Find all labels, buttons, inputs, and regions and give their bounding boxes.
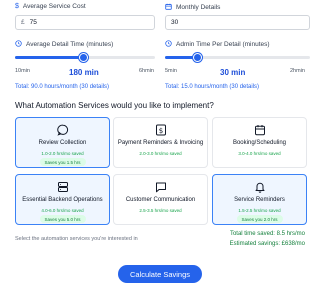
service-card-title: Payment Reminders & Invoicing bbox=[117, 140, 204, 146]
invoice-icon: $ bbox=[114, 124, 207, 136]
service-card-title: Customer Communication bbox=[125, 197, 196, 203]
admin-time-value: 30 min bbox=[220, 68, 246, 77]
service-card-hours: 2.0-3.0 hrs/mo saved bbox=[139, 151, 182, 156]
service-card-title: Essential Backend Operations bbox=[22, 197, 103, 203]
service-card-savings-badge: Saves you 1.5 hrs bbox=[39, 158, 86, 166]
service-cost-value: 75 bbox=[29, 19, 37, 26]
clock-icon bbox=[165, 40, 172, 49]
detail-time-slider-fill bbox=[15, 56, 83, 59]
service-card[interactable]: Review Collection 1.0-2.0 hrs/mo saved Sav… bbox=[15, 117, 110, 168]
detail-time-total: Total: 90.0 hours/month (30 details) bbox=[15, 84, 110, 90]
service-card-hours: 2.5-3.5 hrs/mo saved bbox=[139, 208, 182, 213]
clock-icon bbox=[15, 40, 22, 49]
service-card[interactable]: Essential Backend Operations 4.0-6.0 hrs/… bbox=[15, 174, 110, 225]
monthly-details-label-text: Monthly Details bbox=[176, 4, 221, 11]
dollar-icon: $ bbox=[15, 3, 19, 10]
detail-time-value: 180 min bbox=[69, 68, 99, 77]
service-card[interactable]: $ Payment Reminders & Invoicing 2.0-3.0 hr… bbox=[113, 117, 208, 168]
service-card-title: Booking/Scheduling bbox=[232, 140, 287, 146]
monthly-details-label: Monthly Details bbox=[165, 3, 220, 12]
admin-time-min: 5min bbox=[165, 68, 177, 74]
admin-time-total: Total: 15.0 hours/month (30 details) bbox=[165, 84, 260, 90]
chat-bubble-icon bbox=[16, 124, 109, 136]
monthly-details-value: 30 bbox=[171, 19, 179, 26]
detail-time-slider[interactable] bbox=[15, 53, 155, 62]
detail-time-label: Average Detail Time (minutes) bbox=[15, 40, 113, 49]
detail-time-label-text: Average Detail Time (minutes) bbox=[26, 41, 114, 48]
detail-time-min: 10min bbox=[15, 68, 30, 74]
service-card-hours: 1.5-2.5 hrs/mo saved bbox=[238, 208, 281, 213]
service-card-title: Review Collection bbox=[38, 140, 87, 146]
admin-time-label-text: Admin Time Per Detail (minutes) bbox=[176, 41, 270, 48]
admin-time-slider-thumb[interactable] bbox=[193, 53, 202, 62]
service-card-savings-badge: Saves you 5.0 hrs bbox=[39, 215, 86, 223]
service-card[interactable]: Customer Communication 2.5-3.5 hrs/mo sav… bbox=[113, 174, 208, 225]
service-card-hours: 4.0-6.0 hrs/mo saved bbox=[41, 208, 84, 213]
detail-time-max: 6hmin bbox=[139, 68, 154, 74]
total-time-saved: Total time saved: 8.5 hrs/mo bbox=[229, 231, 305, 237]
server-icon bbox=[16, 181, 109, 193]
services-hint: Select the automation services you're in… bbox=[15, 236, 138, 242]
service-card-savings-badge: Saves you 2.0 hrs bbox=[236, 215, 283, 223]
service-card[interactable]: Booking/Scheduling 3.0-4.0 hrs/mo saved bbox=[212, 117, 307, 168]
service-card[interactable]: Service Reminders 1.5-2.5 hrs/mo saved Sav… bbox=[212, 174, 307, 225]
detail-time-slider-thumb[interactable] bbox=[79, 53, 88, 62]
service-cost-input[interactable]: £ 75 bbox=[15, 15, 155, 30]
svg-text:$: $ bbox=[158, 127, 162, 135]
admin-time-label: Admin Time Per Detail (minutes) bbox=[165, 40, 270, 49]
calculate-savings-button[interactable]: Calculate Savings bbox=[118, 265, 202, 283]
services-title: What Automation Services would you like … bbox=[15, 101, 214, 110]
service-cost-label: $ Average Service Cost bbox=[15, 3, 86, 10]
estimated-savings: Estimated savings: £638/mo bbox=[229, 241, 305, 247]
admin-time-max: 2hmin bbox=[290, 68, 305, 74]
calendar-icon bbox=[165, 3, 172, 12]
bell-icon bbox=[213, 181, 306, 193]
service-card-hours: 1.0-2.0 hrs/mo saved bbox=[41, 151, 84, 156]
currency-prefix: £ bbox=[21, 19, 25, 26]
message-square-icon bbox=[114, 181, 207, 193]
monthly-details-input[interactable]: 30 bbox=[165, 15, 310, 30]
service-cost-label-text: Average Service Cost bbox=[22, 3, 86, 10]
admin-time-slider[interactable] bbox=[165, 53, 310, 62]
service-card-hours: 3.0-4.0 hrs/mo saved bbox=[238, 151, 281, 156]
service-card-title: Service Reminders bbox=[234, 197, 285, 203]
calendar-icon bbox=[213, 124, 306, 136]
